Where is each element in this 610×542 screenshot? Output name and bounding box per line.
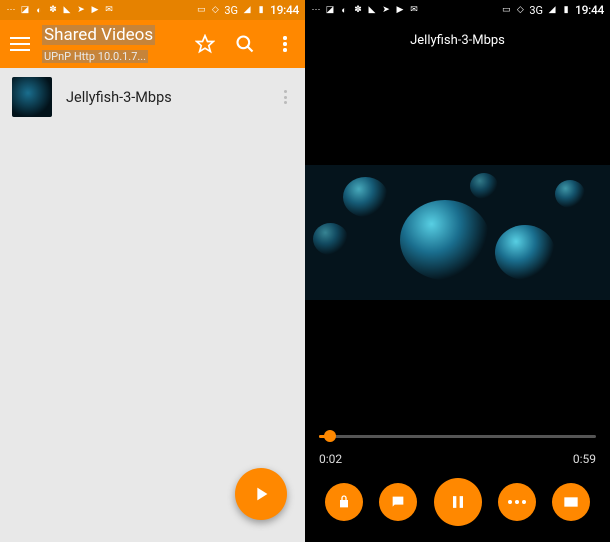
- status-bar: ⋯ ◪ ◐ ✽ ◣ ➤ ▶ ✉ ▭ ◇ 3G ◢ ▮ 19:44: [0, 0, 305, 20]
- video-surface[interactable]: [305, 165, 610, 300]
- menu-button[interactable]: [10, 37, 30, 51]
- page-title: Shared Videos: [42, 25, 155, 45]
- clock: 19:44: [575, 3, 604, 17]
- battery-icon: ▮: [256, 5, 266, 15]
- status-notifications: ⋯ ◪ ◐ ✽ ◣ ➤ ▶ ✉: [6, 5, 114, 15]
- video-content: [343, 177, 388, 217]
- video-content: [495, 225, 555, 280]
- notif-icon: ⋯: [6, 5, 16, 15]
- player-title-bar: Jellyfish-3-Mbps: [305, 20, 610, 60]
- list-item[interactable]: Jellyfish-3-Mbps: [0, 68, 305, 126]
- signal-icon: ◢: [547, 5, 557, 15]
- status-bar: ⋯ ◪ ◐ ✽ ◣ ➤ ▶ ✉ ▭ ◇ 3G ◢ ▮ 19:44: [305, 0, 610, 20]
- video-title: Jellyfish-3-Mbps: [66, 89, 277, 106]
- more-button[interactable]: [498, 483, 536, 521]
- total-time: 0:59: [573, 452, 596, 466]
- now-playing-title: Jellyfish-3-Mbps: [410, 33, 505, 48]
- signal-icon: ◢: [242, 5, 252, 15]
- notif-icon: ⋯: [311, 5, 321, 15]
- network-label: 3G: [529, 4, 543, 17]
- item-overflow-button[interactable]: [277, 90, 293, 104]
- telegram-icon: ➤: [76, 5, 86, 15]
- search-button[interactable]: [235, 34, 255, 54]
- notif-icon: ◐: [34, 5, 44, 15]
- vibrate-icon: ▭: [501, 5, 511, 15]
- player-pane: ⋯ ◪ ◐ ✽ ◣ ➤ ▶ ✉ ▭ ◇ 3G ◢ ▮ 19:44 Jellyfi…: [305, 0, 610, 542]
- lock-button[interactable]: [325, 483, 363, 521]
- seek-bar[interactable]: [319, 426, 596, 446]
- facebook-icon: ◪: [325, 5, 335, 15]
- elapsed-time: 0:02: [319, 452, 342, 466]
- wifi-icon: ◇: [210, 5, 220, 15]
- video-content: [470, 173, 498, 199]
- browser-pane: ⋯ ◪ ◐ ✽ ◣ ➤ ▶ ✉ ▭ ◇ 3G ◢ ▮ 19:44 Shared …: [0, 0, 305, 542]
- notif-icon: ✽: [48, 5, 58, 15]
- status-right: ▭ ◇ 3G ◢ ▮ 19:44: [196, 3, 299, 17]
- play-fab[interactable]: [235, 468, 287, 520]
- status-right: ▭ ◇ 3G ◢ ▮ 19:44: [501, 3, 604, 17]
- pause-button[interactable]: [434, 478, 482, 526]
- overflow-button[interactable]: [275, 34, 295, 54]
- subtitles-button[interactable]: [379, 483, 417, 521]
- wifi-icon: ◇: [515, 5, 525, 15]
- status-notifications: ⋯ ◪ ◐ ✽ ◣ ➤ ▶ ✉: [311, 5, 419, 15]
- toolbar-actions: [195, 34, 295, 54]
- seek-thumb[interactable]: [324, 430, 336, 442]
- video-list: Jellyfish-3-Mbps: [0, 68, 305, 126]
- page-subtitle: UPnP Http 10.0.1.7...: [42, 50, 148, 63]
- player-controls: 0:02 0:59: [305, 426, 610, 542]
- toolbar-titles: Shared Videos UPnP Http 10.0.1.7...: [42, 25, 187, 64]
- facebook-icon: ◪: [20, 5, 30, 15]
- battery-icon: ▮: [561, 5, 571, 15]
- video-content: [400, 200, 490, 280]
- toolbar: Shared Videos UPnP Http 10.0.1.7...: [0, 20, 305, 68]
- notif-icon: ◣: [62, 5, 72, 15]
- notif-icon: ◐: [339, 5, 349, 15]
- seek-track: [319, 435, 596, 438]
- notif-icon: ◣: [367, 5, 377, 15]
- control-buttons: [319, 478, 596, 526]
- youtube-icon: ▶: [90, 5, 100, 15]
- notif-icon: ✽: [353, 5, 363, 15]
- video-thumbnail: [12, 77, 52, 117]
- youtube-icon: ▶: [395, 5, 405, 15]
- clock: 19:44: [270, 3, 299, 17]
- video-content: [555, 180, 585, 208]
- vibrate-icon: ▭: [196, 5, 206, 15]
- time-row: 0:02 0:59: [319, 452, 596, 466]
- gmail-icon: ✉: [104, 5, 114, 15]
- video-content: [313, 223, 348, 255]
- network-label: 3G: [224, 4, 238, 17]
- telegram-icon: ➤: [381, 5, 391, 15]
- aspect-ratio-button[interactable]: [552, 483, 590, 521]
- favorite-button[interactable]: [195, 34, 215, 54]
- gmail-icon: ✉: [409, 5, 419, 15]
